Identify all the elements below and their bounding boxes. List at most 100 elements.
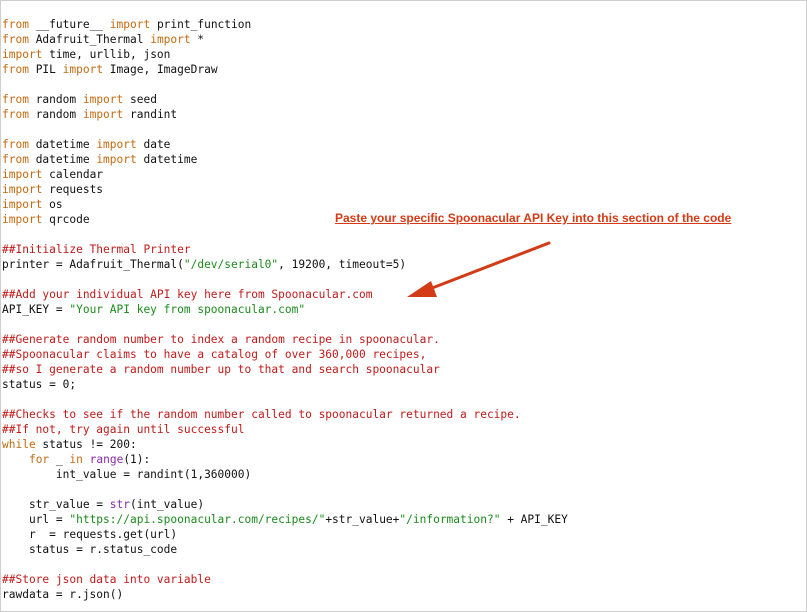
- code-token: datetime: [28, 153, 97, 166]
- code-token: url =: [2, 513, 70, 526]
- code-line: import calendar: [2, 167, 568, 182]
- code-token: from: [2, 153, 29, 166]
- code-line: printer = Adafruit_Thermal("/dev/serial0…: [2, 257, 568, 272]
- code-token: __future__: [28, 18, 110, 31]
- code-token: requests: [42, 183, 104, 196]
- code-token: status = 0;: [2, 378, 77, 391]
- code-token: randint: [123, 108, 178, 121]
- code-line: str_value = str(int_value): [2, 497, 568, 512]
- code-token: int_value = randint(1,360000): [2, 468, 252, 481]
- code-token: Image, ImageDraw: [103, 63, 218, 76]
- code-line: from __future__ import print_function: [2, 17, 568, 32]
- code-token: import: [2, 198, 43, 211]
- code-token: printer = Adafruit_Thermal(: [2, 258, 184, 271]
- code-line: from datetime import date: [2, 137, 568, 152]
- code-token: import: [62, 63, 104, 76]
- code-line: ##Checks to see if the random number cal…: [2, 407, 568, 422]
- code-token: PIL: [28, 63, 63, 76]
- code-token: ##so I generate a random number up to th…: [2, 363, 440, 376]
- code-line: import requests: [2, 182, 568, 197]
- code-line: import time, urllib, json: [2, 47, 568, 62]
- code-token: ##Add your individual API key here from …: [2, 288, 373, 301]
- code-token: random: [28, 108, 83, 121]
- code-token: status != 200:: [35, 438, 137, 451]
- code-line: ##If not, try again until successful: [2, 422, 568, 437]
- code-line: ##Generate random number to index a rand…: [2, 332, 568, 347]
- code-token: datetime: [28, 138, 97, 151]
- code-token: time, urllib, json: [42, 48, 171, 61]
- code-line: from random import seed: [2, 92, 568, 107]
- code-line: from datetime import datetime: [2, 152, 568, 167]
- source-code: from __future__ import print_function fro…: [2, 17, 568, 602]
- code-token: while: [2, 438, 36, 451]
- api-key-annotation: Paste your specific Spoonacular API Key …: [335, 211, 732, 225]
- code-token: from: [2, 33, 29, 46]
- code-token: import: [2, 183, 43, 196]
- code-token: from: [2, 108, 29, 121]
- code-line: while status != 200:: [2, 437, 568, 452]
- code-token: +str_value+: [325, 513, 400, 526]
- code-token: random: [28, 93, 83, 106]
- code-line: ##Add your individual API key here from …: [2, 287, 568, 302]
- code-token: date: [136, 138, 171, 151]
- code-token: from: [2, 93, 29, 106]
- code-token: import: [2, 213, 43, 226]
- code-token: ##Checks to see if the random number cal…: [2, 408, 521, 421]
- code-token: import: [82, 93, 124, 106]
- code-token: , 19200, timeout=5): [278, 258, 407, 271]
- code-line: for _ in range(1):: [2, 452, 568, 467]
- code-line: ##Initialize Thermal Printer: [2, 242, 568, 257]
- code-token: import: [109, 18, 151, 31]
- code-token: ##Store json data into variable: [2, 573, 211, 586]
- code-token: import: [150, 33, 191, 46]
- code-token: ##Initialize Thermal Printer: [2, 243, 191, 256]
- code-token: *: [190, 33, 205, 46]
- code-token: range: [89, 453, 124, 466]
- code-token: ##Generate random number to index a rand…: [2, 333, 440, 346]
- code-line: status = r.status_code: [2, 542, 568, 557]
- code-line: ##Spoonacular claims to have a catalog o…: [2, 347, 568, 362]
- code-token: API_KEY =: [2, 303, 70, 316]
- code-token: os: [42, 198, 63, 211]
- code-token: qrcode: [42, 213, 90, 226]
- code-token: import: [96, 153, 137, 166]
- code-token: r = requests.get(url): [2, 528, 178, 541]
- code-token: str_value =: [2, 498, 110, 511]
- code-editor: from __future__ import print_function fro…: [0, 0, 807, 612]
- code-token: ##Spoonacular claims to have a catalog o…: [2, 348, 427, 361]
- code-token: str: [109, 498, 130, 511]
- code-token: from: [2, 138, 29, 151]
- code-line: from Adafruit_Thermal import *: [2, 32, 568, 47]
- code-token: calendar: [42, 168, 104, 181]
- code-line: import os: [2, 197, 568, 212]
- code-token: _: [49, 453, 70, 466]
- code-token: ##If not, try again until successful: [2, 423, 245, 436]
- code-token: import: [2, 168, 43, 181]
- code-token: from: [2, 63, 29, 76]
- code-token: in: [69, 453, 83, 466]
- code-line: API_KEY = "Your API key from spoonacular…: [2, 302, 568, 317]
- code-token: datetime: [136, 153, 198, 166]
- code-token: "Your API key from spoonacular.com": [69, 303, 306, 316]
- code-token: rawdata = r.json(): [2, 588, 124, 601]
- code-token: import: [2, 48, 43, 61]
- code-line: from random import randint: [2, 107, 568, 122]
- code-token: (1):: [123, 453, 151, 466]
- code-token: "/dev/serial0": [183, 258, 279, 271]
- code-token: "/information?": [399, 513, 501, 526]
- code-line: status = 0;: [2, 377, 568, 392]
- code-token: print_function: [150, 18, 252, 31]
- code-line: ##Store json data into variable: [2, 572, 568, 587]
- code-token: seed: [123, 93, 157, 106]
- code-token: for: [28, 453, 50, 466]
- code-token: "https://api.spoonacular.com/recipes/": [69, 513, 326, 526]
- code-token: from: [2, 18, 29, 31]
